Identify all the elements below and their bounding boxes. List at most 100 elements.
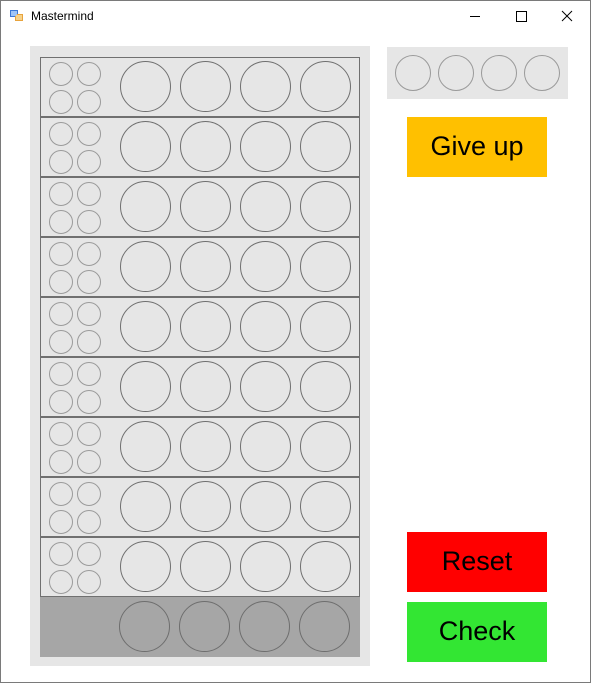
guess-peg-slot[interactable] (120, 361, 171, 412)
palette-color-slot[interactable] (481, 55, 517, 91)
guess-peg-slot[interactable] (300, 241, 351, 292)
secret-peg (299, 601, 350, 652)
palette-color-slot[interactable] (438, 55, 474, 91)
hint-peg (77, 242, 101, 266)
hint-peg (77, 390, 101, 414)
hint-peg (49, 390, 73, 414)
main-window: Mastermind Give up Reset Check (0, 0, 591, 683)
guess-peg-slot[interactable] (120, 181, 171, 232)
hint-peg (77, 62, 101, 86)
guess-row (40, 477, 360, 537)
game-board (30, 46, 370, 666)
hint-peg (77, 270, 101, 294)
guess-peg-slot[interactable] (120, 61, 171, 112)
palette-color-slot[interactable] (524, 55, 560, 91)
hint-peg (77, 182, 101, 206)
hint-peg (49, 542, 73, 566)
hint-peg (49, 422, 73, 446)
check-button[interactable]: Check (407, 602, 547, 662)
guess-peg-slot[interactable] (120, 541, 171, 592)
hint-peg (49, 210, 73, 234)
guess-peg-slot[interactable] (240, 121, 291, 172)
palette-color-slot[interactable] (395, 55, 431, 91)
guess-peg-slot[interactable] (240, 181, 291, 232)
hint-peg (49, 182, 73, 206)
guess-peg-slot[interactable] (300, 301, 351, 352)
hint-peg (49, 510, 73, 534)
reset-button[interactable]: Reset (407, 532, 547, 592)
guess-peg-slot[interactable] (300, 361, 351, 412)
hint-peg (77, 330, 101, 354)
guess-peg-slot[interactable] (120, 481, 171, 532)
guess-peg-slot[interactable] (240, 241, 291, 292)
guess-peg-slot[interactable] (240, 361, 291, 412)
guess-peg-slot[interactable] (300, 61, 351, 112)
close-button[interactable] (544, 1, 590, 31)
guess-peg-slot[interactable] (240, 301, 291, 352)
hint-peg (77, 542, 101, 566)
guess-row (40, 297, 360, 357)
hint-peg (49, 150, 73, 174)
guess-row (40, 237, 360, 297)
close-icon (561, 10, 573, 22)
secret-peg (179, 601, 230, 652)
guess-peg-slot[interactable] (180, 181, 231, 232)
maximize-icon (516, 11, 527, 22)
guess-row (40, 357, 360, 417)
hint-peg (49, 62, 73, 86)
hint-peg (49, 122, 73, 146)
guess-row (40, 117, 360, 177)
guess-peg-slot[interactable] (180, 61, 231, 112)
guess-peg-slot[interactable] (120, 121, 171, 172)
hint-peg (49, 330, 73, 354)
hint-peg (49, 302, 73, 326)
hint-peg (77, 150, 101, 174)
color-palette (387, 47, 568, 99)
window-title: Mastermind (31, 9, 94, 23)
hint-peg (49, 242, 73, 266)
guess-peg-slot[interactable] (180, 361, 231, 412)
guess-peg-slot[interactable] (300, 421, 351, 472)
app-icon (10, 10, 23, 21)
hint-peg (77, 90, 101, 114)
guess-peg-slot[interactable] (180, 541, 231, 592)
guess-row (40, 417, 360, 477)
guess-peg-slot[interactable] (240, 421, 291, 472)
guess-peg-slot[interactable] (240, 61, 291, 112)
hint-peg (49, 270, 73, 294)
maximize-button[interactable] (498, 1, 544, 31)
guess-peg-slot[interactable] (300, 121, 351, 172)
guess-peg-slot[interactable] (180, 481, 231, 532)
hint-peg (49, 362, 73, 386)
hint-peg (77, 122, 101, 146)
hint-peg (77, 482, 101, 506)
guess-peg-slot[interactable] (180, 301, 231, 352)
hint-peg (77, 210, 101, 234)
title-bar[interactable]: Mastermind (1, 1, 590, 31)
hint-peg (77, 570, 101, 594)
guess-row (40, 177, 360, 237)
minimize-button[interactable] (452, 1, 498, 31)
hint-peg (77, 302, 101, 326)
hint-peg (77, 362, 101, 386)
secret-code-row (40, 597, 360, 657)
guess-peg-slot[interactable] (300, 481, 351, 532)
hint-peg (77, 450, 101, 474)
guess-peg-slot[interactable] (120, 421, 171, 472)
guess-peg-slot[interactable] (240, 541, 291, 592)
minimize-icon (470, 16, 480, 17)
guess-peg-slot[interactable] (120, 241, 171, 292)
guess-peg-slot[interactable] (180, 421, 231, 472)
guess-peg-slot[interactable] (300, 181, 351, 232)
guess-row (40, 57, 360, 117)
give-up-button[interactable]: Give up (407, 117, 547, 177)
secret-peg (119, 601, 170, 652)
guess-peg-slot[interactable] (120, 301, 171, 352)
guess-peg-slot[interactable] (180, 121, 231, 172)
guess-peg-slot[interactable] (180, 241, 231, 292)
hint-peg (49, 90, 73, 114)
hint-peg (49, 570, 73, 594)
guess-peg-slot[interactable] (240, 481, 291, 532)
guess-row (40, 537, 360, 597)
guess-peg-slot[interactable] (300, 541, 351, 592)
